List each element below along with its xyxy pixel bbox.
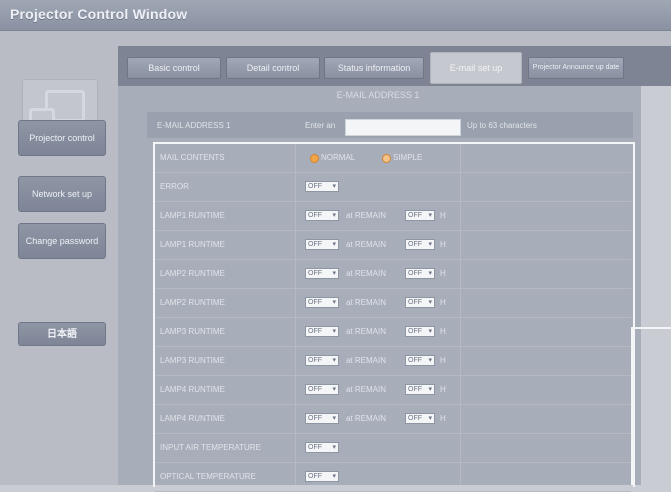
email-address-input[interactable] bbox=[345, 119, 461, 136]
sidebar-item-label: Change password bbox=[25, 235, 99, 246]
sidebar-item-network-setup[interactable]: Network set up bbox=[18, 176, 106, 212]
row-label: LAMP4 RUNTIME bbox=[160, 385, 225, 394]
mail-contents-radio[interactable] bbox=[382, 154, 391, 163]
row-label: MAIL CONTENTS bbox=[160, 153, 225, 162]
on-off-select[interactable]: OFF bbox=[305, 442, 339, 453]
callout-line bbox=[631, 327, 633, 485]
table-row bbox=[155, 318, 631, 347]
on-off-select[interactable]: OFF bbox=[305, 239, 339, 250]
window-title: Projector Control Window bbox=[10, 6, 188, 22]
table-row bbox=[155, 260, 631, 289]
remain-hours-select[interactable]: OFF bbox=[405, 297, 435, 308]
row-label: LAMP1 RUNTIME bbox=[160, 240, 225, 249]
on-off-select[interactable]: OFF bbox=[305, 471, 339, 482]
section-title: E-MAIL ADDRESS 1 bbox=[336, 90, 420, 100]
email-field-label: Enter an bbox=[305, 121, 336, 130]
tab-label: Status information bbox=[337, 63, 411, 73]
remain-hours-select[interactable]: OFF bbox=[405, 355, 435, 366]
hours-unit-label: H bbox=[440, 356, 446, 365]
hours-unit-label: H bbox=[440, 414, 446, 423]
email-hint: Up to 63 characters bbox=[467, 121, 537, 130]
sidebar: Projector control Network set up Change … bbox=[0, 31, 119, 485]
sidebar-item-projector-control[interactable]: Projector control bbox=[18, 120, 106, 156]
hours-unit-label: H bbox=[440, 327, 446, 336]
tab-detail-control[interactable]: Detail control bbox=[226, 57, 320, 79]
table-row bbox=[155, 202, 631, 231]
tab-basic-control[interactable]: Basic control bbox=[127, 57, 221, 79]
callout-line bbox=[631, 327, 671, 329]
row-label: LAMP4 RUNTIME bbox=[160, 414, 225, 423]
tab-label: E-mail set up bbox=[449, 63, 503, 73]
remain-label: at REMAIN bbox=[346, 298, 387, 307]
tab-email-setup[interactable]: E-mail set up bbox=[430, 52, 522, 84]
tab-label: Projector Announce up date bbox=[532, 64, 620, 71]
remain-label: at REMAIN bbox=[346, 327, 387, 336]
remain-hours-select[interactable]: OFF bbox=[405, 268, 435, 279]
sidebar-item-label: Network set up bbox=[31, 188, 93, 199]
remain-label: at REMAIN bbox=[346, 240, 387, 249]
on-off-select[interactable]: OFF bbox=[305, 210, 339, 221]
radio-label: SIMPLE bbox=[393, 153, 423, 162]
row-label: LAMP3 RUNTIME bbox=[160, 356, 225, 365]
sidebar-item-label: 日本語 bbox=[47, 328, 77, 340]
title-bar: Projector Control Window bbox=[0, 0, 671, 31]
remain-label: at REMAIN bbox=[346, 385, 387, 394]
row-label: ERROR bbox=[160, 182, 189, 191]
remain-hours-select[interactable]: OFF bbox=[405, 413, 435, 424]
table-row bbox=[155, 405, 631, 434]
on-off-select[interactable]: OFF bbox=[305, 181, 339, 192]
table-row bbox=[155, 231, 631, 260]
table-row bbox=[155, 173, 631, 202]
remain-label: at REMAIN bbox=[346, 269, 387, 278]
row-label: OPTICAL TEMPERATURE bbox=[160, 472, 256, 481]
sidebar-item-japanese[interactable]: 日本語 bbox=[18, 322, 106, 346]
tab-label: Basic control bbox=[148, 63, 200, 73]
remain-label: at REMAIN bbox=[346, 211, 387, 220]
row-label: LAMP2 RUNTIME bbox=[160, 298, 225, 307]
remain-label: at REMAIN bbox=[346, 414, 387, 423]
remain-label: at REMAIN bbox=[346, 356, 387, 365]
hours-unit-label: H bbox=[440, 385, 446, 394]
hours-unit-label: H bbox=[440, 298, 446, 307]
on-off-select[interactable]: OFF bbox=[305, 355, 339, 366]
hours-unit-label: H bbox=[440, 240, 446, 249]
remain-hours-select[interactable]: OFF bbox=[405, 210, 435, 221]
email-address-label: E-MAIL ADDRESS 1 bbox=[157, 121, 231, 130]
hours-unit-label: H bbox=[440, 211, 446, 220]
remain-hours-select[interactable]: OFF bbox=[405, 326, 435, 337]
row-label: LAMP2 RUNTIME bbox=[160, 269, 225, 278]
tab-announce-update[interactable]: Projector Announce up date bbox=[528, 57, 624, 79]
table-row bbox=[155, 376, 631, 405]
on-off-select[interactable]: OFF bbox=[305, 297, 339, 308]
remain-hours-select[interactable]: OFF bbox=[405, 239, 435, 250]
on-off-select[interactable]: OFF bbox=[305, 384, 339, 395]
table-row bbox=[155, 289, 631, 318]
on-off-select[interactable]: OFF bbox=[305, 413, 339, 424]
mail-contents-radio[interactable] bbox=[310, 154, 319, 163]
row-label: INPUT AIR TEMPERATURE bbox=[160, 443, 261, 452]
table-row bbox=[155, 347, 631, 376]
row-label: LAMP1 RUNTIME bbox=[160, 211, 225, 220]
hours-unit-label: H bbox=[440, 269, 446, 278]
tab-status-information[interactable]: Status information bbox=[324, 57, 424, 79]
right-margin bbox=[641, 86, 671, 485]
remain-hours-select[interactable]: OFF bbox=[405, 384, 435, 395]
sidebar-item-label: Projector control bbox=[29, 132, 95, 143]
radio-label: NORMAL bbox=[321, 153, 356, 162]
on-off-select[interactable]: OFF bbox=[305, 326, 339, 337]
row-label: LAMP3 RUNTIME bbox=[160, 327, 225, 336]
sidebar-item-change-password[interactable]: Change password bbox=[18, 223, 106, 259]
on-off-select[interactable]: OFF bbox=[305, 268, 339, 279]
tab-label: Detail control bbox=[246, 63, 300, 73]
